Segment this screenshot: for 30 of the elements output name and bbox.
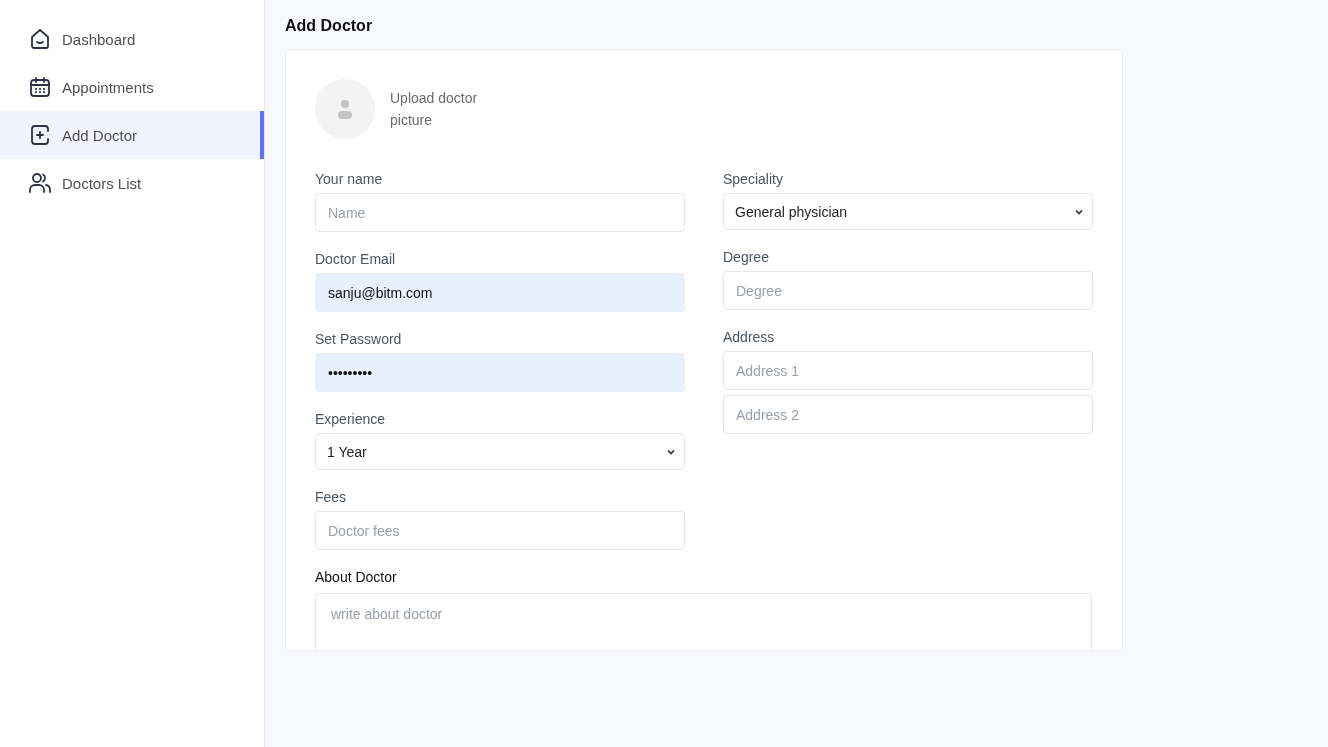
dropdown[interactable]: 1 Year (315, 433, 685, 470)
text-field[interactable]: Address 2 (723, 395, 1093, 434)
text-field[interactable]: Name (315, 193, 685, 232)
sidebar-item[interactable]: Add Doctor (0, 111, 264, 159)
add-square-icon (28, 123, 52, 147)
person-icon (337, 98, 353, 120)
text-field[interactable]: Doctor fees (315, 511, 685, 550)
home-icon (28, 27, 52, 51)
dropdown[interactable]: General physician (723, 193, 1093, 230)
field-label: Your name (315, 170, 384, 189)
field-label: Address (723, 328, 776, 347)
sidebar-item[interactable]: Dashboard (0, 15, 264, 63)
text-field[interactable]: Degree (723, 271, 1093, 310)
field-label: Speciality (723, 170, 784, 189)
text-field[interactable]: Address 1 (723, 351, 1093, 390)
sidebar-item[interactable]: Appointments (0, 63, 264, 111)
sidebar-item[interactable]: Doctors List (0, 159, 264, 207)
upload-label: Upload doctor picture (390, 89, 479, 130)
calendar-icon (28, 75, 52, 99)
people-icon (28, 171, 52, 195)
field-label: About Doctor (315, 568, 398, 587)
field-label: Experience (315, 410, 387, 429)
field-label: Degree (723, 248, 770, 267)
text-field[interactable]: ••••••••• (315, 353, 685, 392)
page-title: Add Doctor (285, 17, 374, 35)
field-label: Doctor Email (315, 250, 397, 269)
field-label: Fees (315, 488, 348, 507)
about-textarea[interactable]: write about doctor (315, 593, 1092, 651)
field-label: Set Password (315, 330, 403, 349)
text-field[interactable]: sanju@bitm.com (315, 273, 685, 312)
